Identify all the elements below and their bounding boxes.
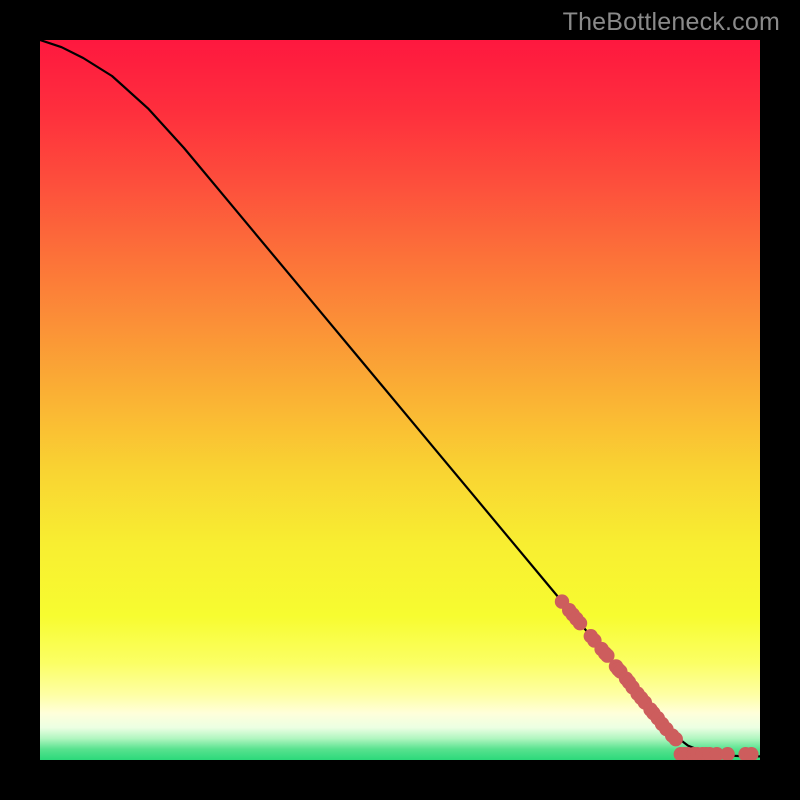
data-marker (669, 732, 683, 746)
watermark-label: TheBottleneck.com (563, 8, 780, 37)
chart-svg (40, 40, 760, 760)
gradient-bg (40, 40, 760, 760)
plot-area (40, 40, 760, 760)
data-marker (573, 616, 587, 630)
chart-frame: TheBottleneck.com (0, 0, 800, 800)
